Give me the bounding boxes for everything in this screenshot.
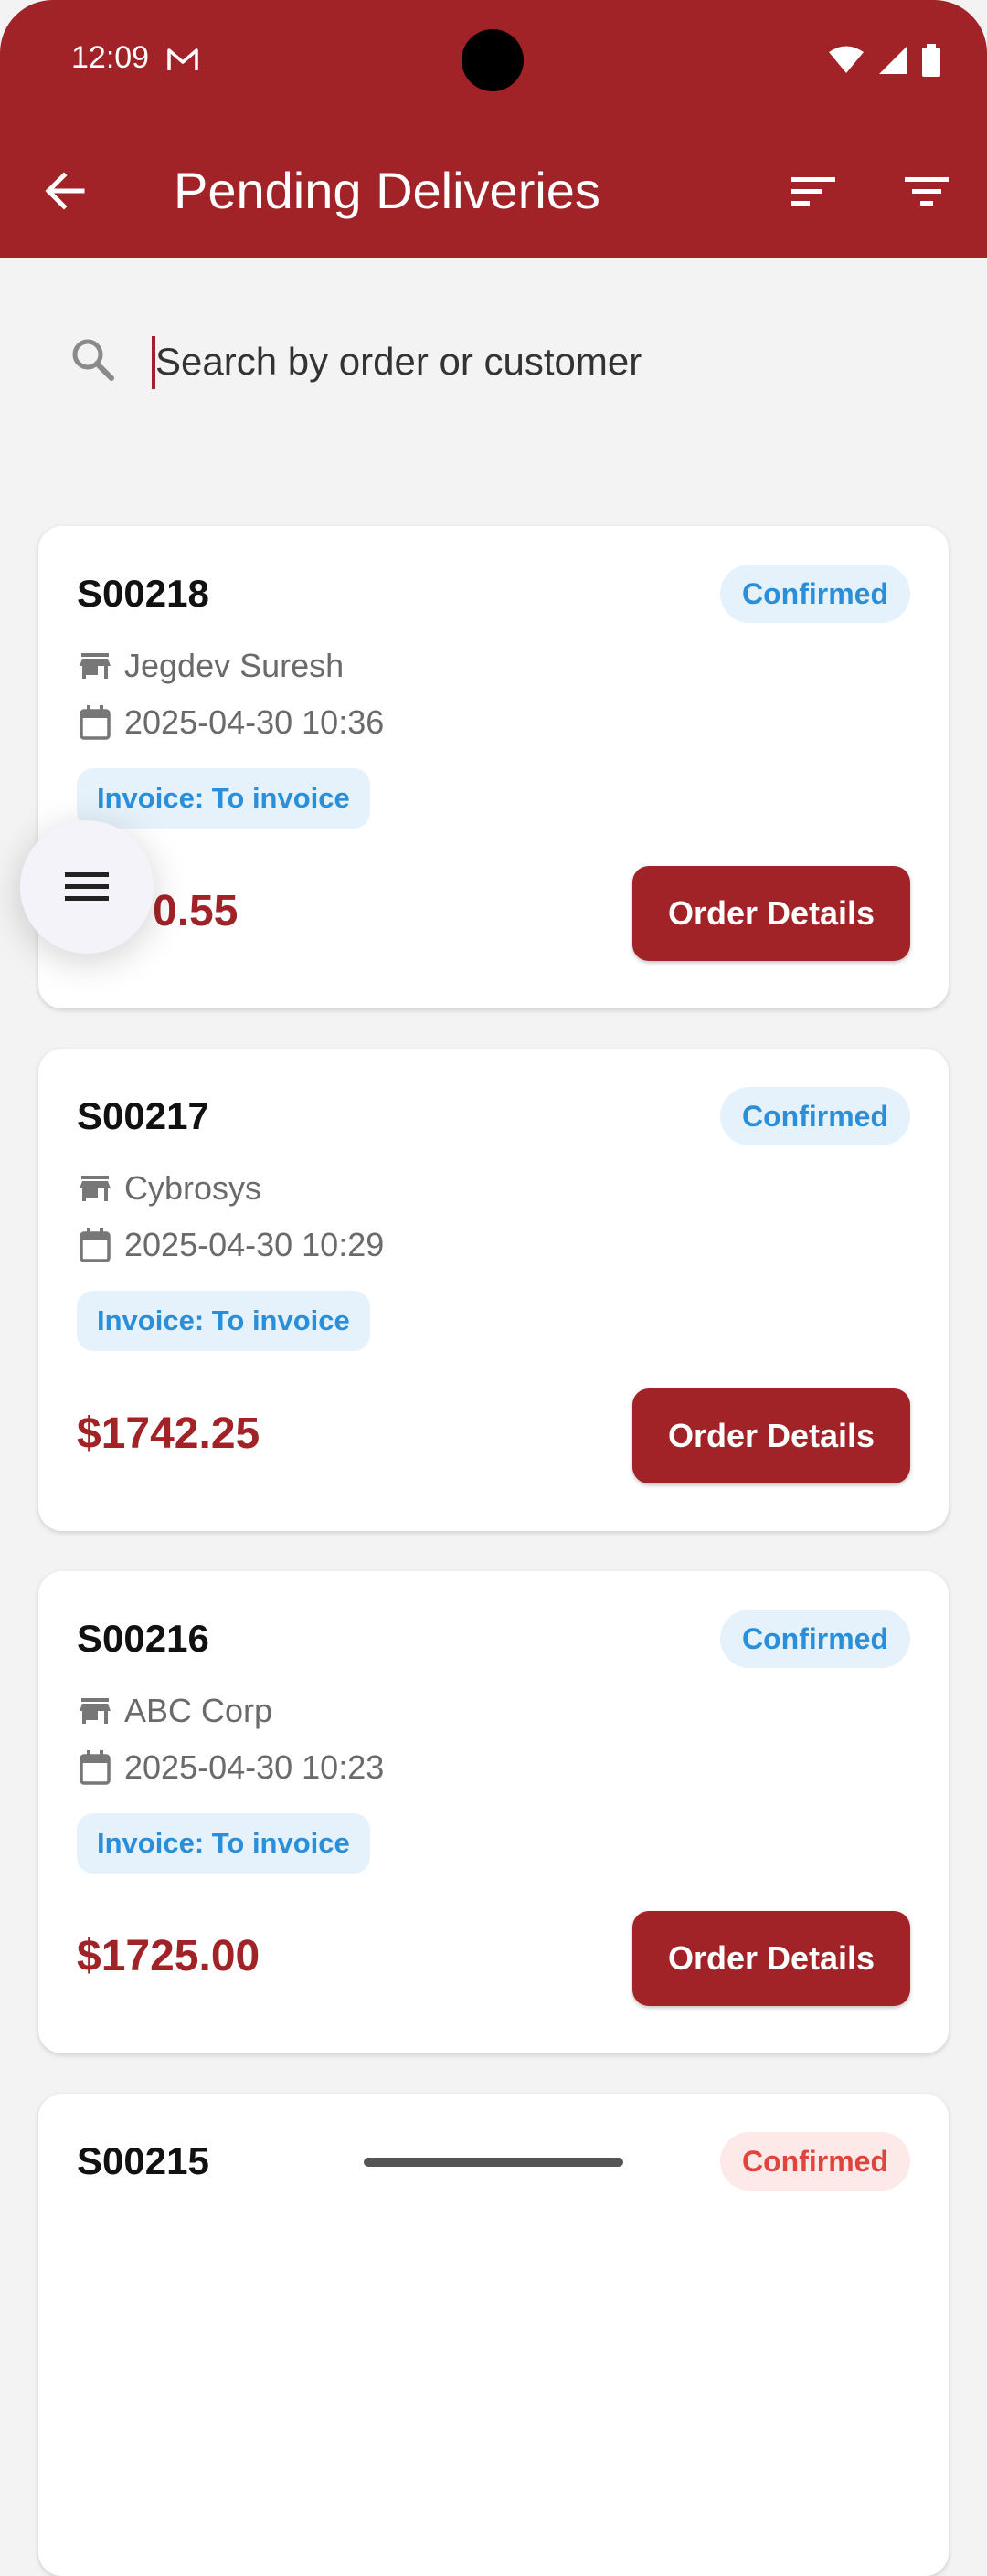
status-time: 12:09 (71, 40, 150, 75)
camera-cutout (462, 29, 524, 91)
customer-name: Jegdev Suresh (124, 647, 345, 684)
app-bar: 12:09 Pending Deliveries (0, 0, 987, 258)
wifi-icon (829, 46, 864, 73)
order-datetime: 2025-04-30 10:29 (124, 1226, 385, 1263)
calendar-icon (80, 1750, 111, 1785)
datetime-row: 2025-04-30 10:36 (77, 703, 384, 742)
order-card[interactable]: S00218 Confirmed Jegdev Suresh 2025-04-3… (38, 526, 949, 1008)
order-number: S00217 (77, 1094, 209, 1137)
calendar-icon (80, 705, 111, 740)
status-badge: Confirmed (720, 565, 910, 623)
customer-name: Cybrosys (124, 1169, 262, 1207)
customer-row: Jegdev Suresh (77, 647, 344, 685)
order-amount: $1742.25 (77, 1409, 260, 1458)
invoice-badge: Invoice: To invoice (77, 1291, 370, 1351)
store-icon (80, 1698, 111, 1724)
search-input[interactable] (154, 329, 907, 395)
order-datetime: 2025-04-30 10:36 (124, 703, 385, 741)
order-card[interactable]: S00217 Confirmed Cybrosys 2025-04-30 10:… (38, 1049, 949, 1531)
status-badge: Confirmed (720, 2132, 910, 2191)
status-icons (828, 44, 941, 77)
order-amount: 0.55 (153, 887, 239, 935)
page-title: Pending Deliveries (174, 162, 600, 219)
order-card[interactable]: S00216 Confirmed ABC Corp 2025-04-30 10:… (38, 1571, 949, 2053)
customer-row: Cybrosys (77, 1169, 261, 1208)
status-badge: Confirmed (720, 1610, 910, 1668)
calendar-icon (80, 1228, 111, 1262)
mail-icon (167, 48, 198, 70)
status-badge: Confirmed (720, 1087, 910, 1145)
order-datetime: 2025-04-30 10:23 (124, 1748, 385, 1786)
customer-name: ABC Corp (124, 1692, 273, 1729)
filter-icon[interactable] (899, 164, 954, 219)
datetime-row: 2025-04-30 10:29 (77, 1226, 384, 1264)
sort-icon[interactable] (786, 164, 841, 219)
home-indicator[interactable] (364, 2158, 623, 2167)
order-number: S00216 (77, 1617, 209, 1660)
invoice-badge: Invoice: To invoice (77, 768, 370, 829)
invoice-badge: Invoice: To invoice (77, 1813, 370, 1874)
order-details-button[interactable]: Order Details (632, 1911, 910, 2006)
battery-icon (922, 44, 940, 77)
menu-icon (65, 872, 109, 901)
back-arrow-icon[interactable] (37, 164, 99, 217)
menu-fab[interactable] (20, 820, 154, 954)
order-amount: $1725.00 (77, 1932, 260, 1980)
order-number: S00218 (77, 572, 209, 615)
search-icon (72, 339, 114, 381)
customer-row: ABC Corp (77, 1692, 272, 1730)
signal-icon (879, 47, 907, 74)
store-icon (80, 1176, 111, 1201)
order-details-button[interactable]: Order Details (632, 866, 910, 961)
search-bar (0, 301, 987, 420)
store-icon (80, 653, 111, 679)
datetime-row: 2025-04-30 10:23 (77, 1748, 384, 1787)
order-number: S00215 (77, 2139, 209, 2182)
order-details-button[interactable]: Order Details (632, 1388, 910, 1483)
